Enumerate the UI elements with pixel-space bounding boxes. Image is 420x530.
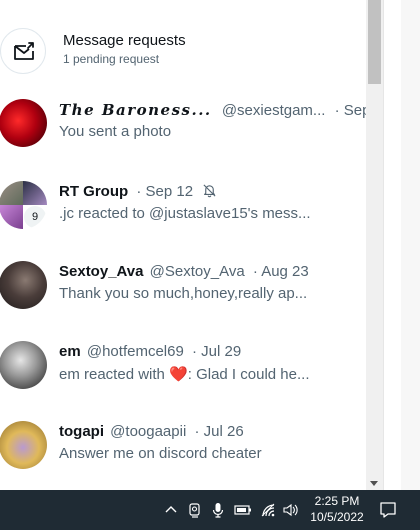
notification-center-icon[interactable]	[378, 500, 398, 525]
scrollbar-thumb[interactable]	[368, 0, 381, 84]
conversation-date: · Jul 26	[194, 423, 244, 440]
conversation-item[interactable]: 𝑻𝒉𝒆 𝑩𝒂𝒓𝒐𝒏𝒆𝒔𝒔... @sexiestgam... · Sep 18 …	[0, 99, 366, 159]
conversation-preview: Thank you so much,honey,really ap...	[59, 285, 308, 302]
muted-bell-icon	[202, 183, 217, 202]
conversation-handle: @sexiestgam...	[221, 102, 326, 119]
conversation-date: · Sep 18	[334, 102, 366, 119]
conversation-preview: Answer me on discord cheater	[59, 445, 262, 462]
conversation-item[interactable]: em @hotfemcel69 · Jul 29 em reacted with…	[0, 341, 366, 401]
adjacent-pane-edge	[401, 0, 420, 490]
conversation-name: 𝑻𝒉𝒆 𝑩𝒂𝒓𝒐𝒏𝒆𝒔𝒔...	[59, 101, 212, 119]
conversation-handle: @Sextoy_Ava	[149, 263, 245, 280]
group-avatar[interactable]: 9	[0, 181, 47, 229]
conversation-name: Sextoy_Ava	[59, 263, 144, 280]
preview-text: : Glad I could he...	[187, 366, 310, 383]
clock-time: 2:25 PM	[314, 494, 360, 508]
microphone-icon[interactable]	[212, 502, 224, 518]
avatar[interactable]	[0, 421, 47, 469]
show-hidden-icons-chevron-up-icon[interactable]	[164, 502, 178, 518]
conversation-preview: em reacted with ❤️: Glad I could he...	[59, 365, 310, 383]
conversation-handle: @hotfemcel69	[86, 343, 184, 360]
heart-reaction-icon: ❤️	[169, 366, 188, 383]
envelope-arrow-icon	[0, 28, 46, 74]
avatar[interactable]	[0, 341, 47, 389]
messages-panel: Message requests 1 pending request 𝑻𝒉𝒆 𝑩…	[0, 0, 366, 490]
conversation-name: em	[59, 343, 81, 360]
conversation-handle: @toogaapii	[110, 423, 187, 440]
conversation-name: RT Group	[59, 183, 129, 200]
conversation-date: · Jul 29	[191, 343, 242, 360]
conversation-preview: You sent a photo	[59, 123, 172, 140]
conversation-name: togapi	[59, 423, 104, 440]
group-member-count: 9	[24, 206, 46, 228]
conversation-item[interactable]: Sextoy_Ava @Sextoy_Ava · Aug 23 Thank yo…	[0, 261, 366, 321]
message-requests-title: Message requests	[63, 32, 186, 49]
taskbar: 2:25 PM 10/5/2022	[0, 490, 420, 530]
wifi-icon[interactable]	[260, 502, 276, 518]
avatar[interactable]	[0, 261, 47, 309]
conversation-item[interactable]: togapi @toogaapii · Jul 26 Answer me on …	[0, 421, 366, 481]
scroll-down-arrow-icon[interactable]	[370, 481, 378, 486]
avatar[interactable]	[0, 99, 47, 147]
conversation-item[interactable]: 9 RT Group · Sep 12 .jc reacted to @just…	[0, 181, 366, 241]
preview-text: em reacted with	[59, 366, 165, 383]
battery-icon[interactable]	[234, 502, 252, 518]
conversation-preview: .jc reacted to @justaslave15's mess...	[59, 205, 311, 222]
clock-date: 10/5/2022	[310, 510, 364, 524]
system-clock[interactable]: 2:25 PM 10/5/2022	[296, 493, 378, 525]
conversation-date: · Aug 23	[252, 263, 309, 280]
conversation-date: · Sep 12	[136, 183, 194, 200]
meet-now-icon[interactable]	[188, 502, 202, 518]
vertical-scrollbar[interactable]	[366, 0, 383, 490]
message-requests-subtitle: 1 pending request	[63, 52, 160, 66]
